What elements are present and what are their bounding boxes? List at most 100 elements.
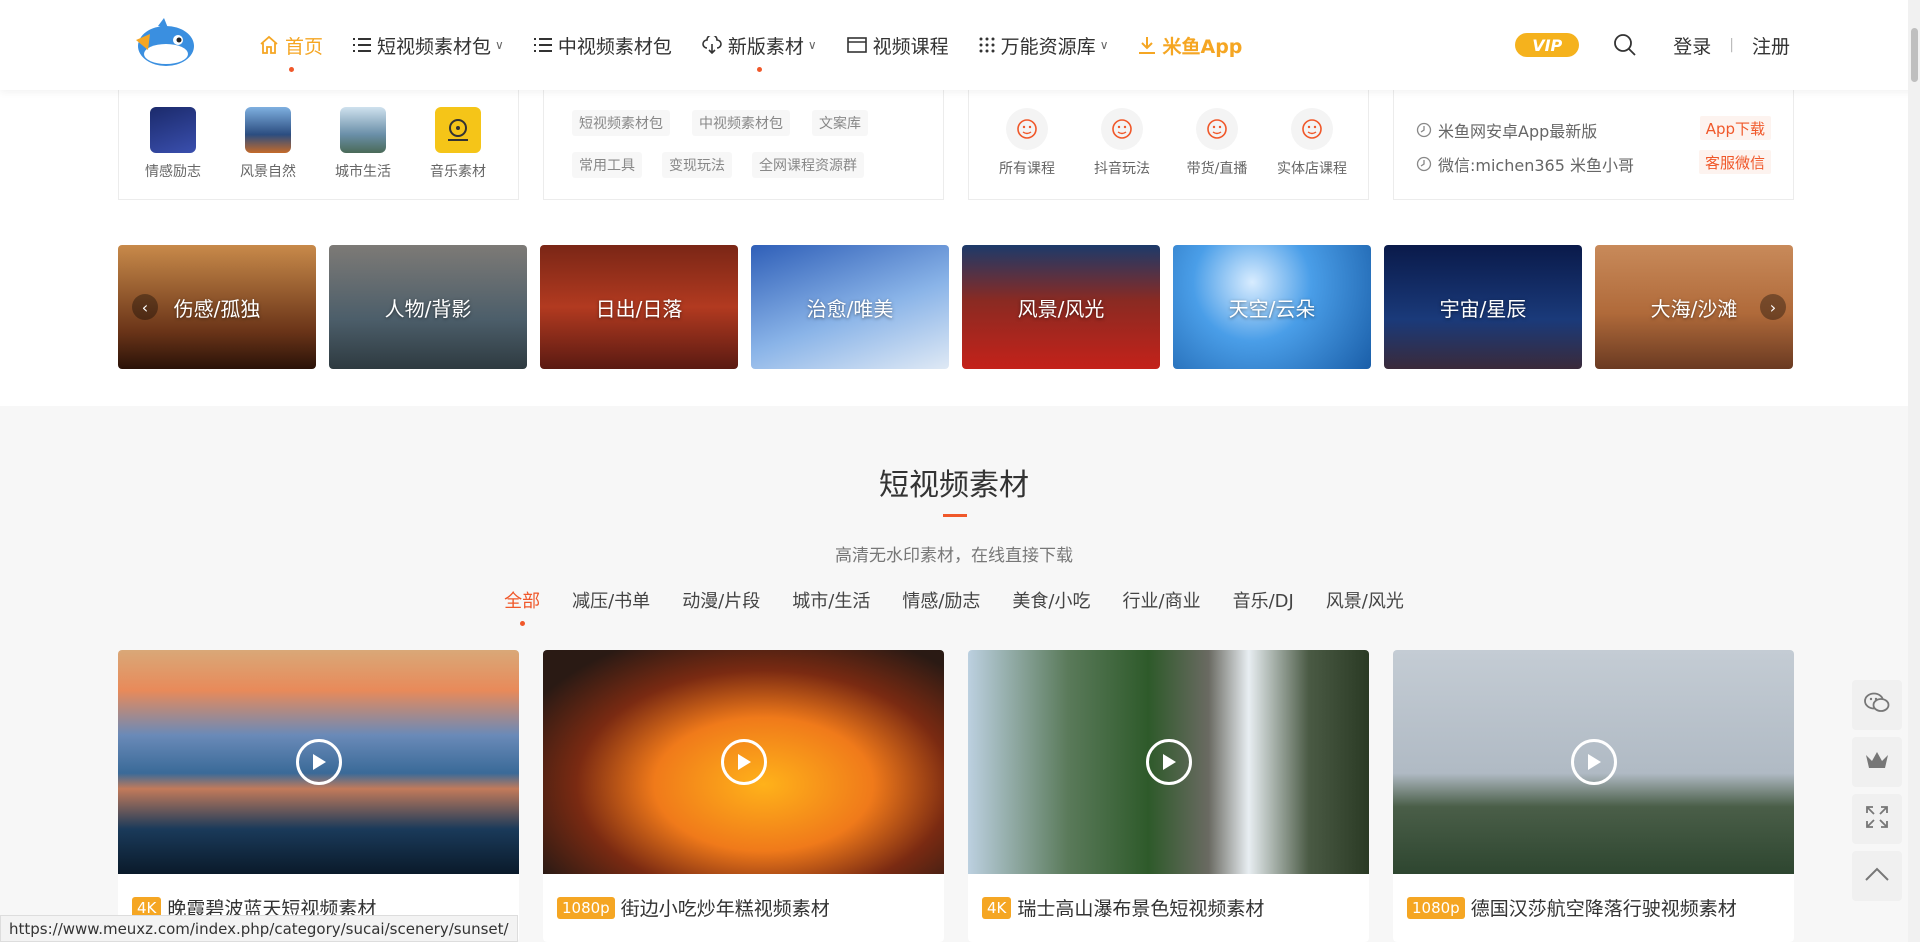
video-thumbnail[interactable] xyxy=(968,650,1369,874)
vip-badge[interactable]: VIP xyxy=(1515,33,1580,57)
video-title[interactable]: 1080p 街边小吃炒年糕视频素材 xyxy=(557,894,830,921)
video-card[interactable]: 4K 瑞士高山瀑布景色短视频素材 xyxy=(968,650,1369,942)
quick-item-emotion[interactable]: 情感励志 xyxy=(143,107,203,181)
play-icon[interactable] xyxy=(1570,739,1617,785)
register-link[interactable]: 注册 xyxy=(1752,32,1790,59)
course-store[interactable]: 实体店课程 xyxy=(1272,108,1352,178)
tag-short-video-pack[interactable]: 短视频素材包 xyxy=(572,110,670,136)
scrollbar[interactable] xyxy=(1908,0,1920,942)
fullscreen-icon xyxy=(1865,805,1889,833)
list-icon xyxy=(533,37,552,53)
course-douyin[interactable]: 抖音玩法 xyxy=(1082,108,1162,178)
filter-tab-all[interactable]: 全部 xyxy=(504,587,540,626)
crown-icon xyxy=(1864,749,1890,775)
chevron-down-icon: ∨ xyxy=(495,38,504,52)
quick-item-label: 城市生活 xyxy=(335,164,391,180)
nav-app-label: 米鱼App xyxy=(1162,35,1243,58)
nav-home[interactable]: 首页 xyxy=(259,0,323,90)
chevron-up-icon xyxy=(1864,866,1890,886)
list-icon xyxy=(353,37,372,53)
site-logo[interactable] xyxy=(128,16,198,72)
carousel-prev-icon[interactable]: ‹ xyxy=(132,294,158,320)
info-app-line[interactable]: 米鱼网安卓App最新版 xyxy=(1416,118,1597,142)
course-all[interactable]: 所有课程 xyxy=(987,108,1067,178)
course-livestream[interactable]: 带货/直播 xyxy=(1177,108,1257,178)
nav-resource-library[interactable]: 万能资源库 ∨ xyxy=(979,0,1108,90)
nav-short-video-pack[interactable]: 短视频素材包 ∨ xyxy=(353,0,504,90)
site-header: 首页 短视频素材包 ∨ 中视频素材包 新版素材 ∨ 视频课程 万能资源库 ∨ 米… xyxy=(0,0,1920,90)
video-thumbnail[interactable] xyxy=(118,650,519,874)
quick-item-scenery[interactable]: 风景自然 xyxy=(238,107,298,181)
filter-tab[interactable]: 减压/书单 xyxy=(572,587,650,613)
service-wechat-button[interactable]: 客服微信 xyxy=(1698,150,1771,174)
quick-item-label: 情感励志 xyxy=(145,164,201,180)
section-subtitle: 高清无水印素材，在线直接下载 xyxy=(835,546,1073,566)
scenery-thumb xyxy=(245,107,291,153)
nav-new-material-label: 新版素材 xyxy=(727,35,804,58)
video-card[interactable]: 4K 晚霞碧波蓝天短视频素材 xyxy=(118,650,519,942)
filter-tab[interactable]: 城市/生活 xyxy=(792,587,870,613)
video-thumbnail[interactable] xyxy=(1393,650,1794,874)
nav-mid-video-pack[interactable]: 中视频素材包 xyxy=(533,0,672,90)
resolution-badge: 1080p xyxy=(557,896,615,919)
nav-short-video-pack-label: 短视频素材包 xyxy=(377,35,492,58)
app-download-button[interactable]: App下载 xyxy=(1699,116,1771,140)
play-icon[interactable] xyxy=(1145,739,1192,785)
course-label: 带货/直播 xyxy=(1186,161,1248,177)
monitor-icon xyxy=(846,37,867,53)
category-healing[interactable]: 治愈/唯美 xyxy=(751,245,949,369)
course-label: 所有课程 xyxy=(999,161,1055,177)
tag-course-group[interactable]: 全网课程资源群 xyxy=(752,152,864,178)
tag-monetize[interactable]: 变现玩法 xyxy=(662,152,732,178)
video-thumbnail[interactable] xyxy=(543,650,944,874)
clock-icon xyxy=(1416,122,1432,138)
scrollbar-thumb[interactable] xyxy=(1911,28,1918,82)
filter-tab[interactable]: 风景/风光 xyxy=(1326,587,1404,613)
video-title-text: 德国汉莎航空降落行驶视频素材 xyxy=(1470,898,1737,920)
filter-tab[interactable]: 动漫/片段 xyxy=(682,587,760,613)
nav-video-course[interactable]: 视频课程 xyxy=(846,0,949,90)
filter-tab[interactable]: 音乐/DJ xyxy=(1233,587,1294,613)
filter-tab[interactable]: 美食/小吃 xyxy=(1012,587,1090,613)
wechat-icon xyxy=(1863,691,1891,719)
quick-item-music[interactable]: 音乐素材 xyxy=(428,107,488,181)
section-title-underline xyxy=(943,514,967,517)
info-wechat-line[interactable]: 微信:michen365 米鱼小哥 xyxy=(1416,152,1634,176)
category-scenery[interactable]: 风景/风光 xyxy=(962,245,1160,369)
play-icon[interactable] xyxy=(295,739,342,785)
category-label: 大海/沙滩 xyxy=(1650,296,1738,321)
tag-copywriting[interactable]: 文案库 xyxy=(812,110,868,136)
category-universe[interactable]: 宇宙/星辰 xyxy=(1384,245,1582,369)
play-icon[interactable] xyxy=(720,739,767,785)
video-card[interactable]: 1080p 德国汉莎航空降落行驶视频素材 xyxy=(1393,650,1794,942)
nav-app[interactable]: 米鱼App xyxy=(1138,0,1242,90)
category-people[interactable]: 人物/背影 xyxy=(329,245,527,369)
category-sunrise[interactable]: 日出/日落 xyxy=(540,245,738,369)
login-link[interactable]: 登录 xyxy=(1673,32,1711,59)
quick-item-city[interactable]: 城市生活 xyxy=(333,107,393,181)
video-title[interactable]: 1080p 德国汉莎航空降落行驶视频素材 xyxy=(1407,894,1737,921)
video-title[interactable]: 4K 瑞士高山瀑布景色短视频素材 xyxy=(982,894,1264,921)
new-dot xyxy=(757,67,763,72)
quick-tag-panel: 短视频素材包 中视频素材包 文案库 常用工具 变现玩法 全网课程资源群 xyxy=(543,90,944,200)
category-sky[interactable]: 天空/云朵 xyxy=(1173,245,1371,369)
emotion-thumb xyxy=(150,107,196,153)
wechat-tool[interactable] xyxy=(1852,680,1902,730)
filter-tab[interactable]: 情感/励志 xyxy=(902,587,980,613)
back-to-top-tool[interactable] xyxy=(1852,851,1902,901)
carousel-next-icon[interactable]: › xyxy=(1760,294,1786,320)
nav-new-material[interactable]: 新版素材 ∨ xyxy=(702,0,817,90)
quick-item-label: 音乐素材 xyxy=(430,164,486,180)
filter-tabs: 全部 减压/书单 动漫/片段 城市/生活 情感/励志 美食/小吃 行业/商业 音… xyxy=(0,587,1908,626)
fullscreen-tool[interactable] xyxy=(1852,794,1902,844)
smile-icon xyxy=(1101,108,1143,150)
video-card[interactable]: 1080p 街边小吃炒年糕视频素材 xyxy=(543,650,944,942)
filter-tab[interactable]: 行业/商业 xyxy=(1123,587,1201,613)
smile-icon xyxy=(1291,108,1333,150)
cloud-download-icon xyxy=(702,36,722,54)
vip-tool[interactable] xyxy=(1852,737,1902,787)
section-title: 短视频素材 xyxy=(879,468,1029,503)
tag-tools[interactable]: 常用工具 xyxy=(572,152,642,178)
search-icon[interactable] xyxy=(1613,33,1637,57)
tag-mid-video-pack[interactable]: 中视频素材包 xyxy=(692,110,790,136)
